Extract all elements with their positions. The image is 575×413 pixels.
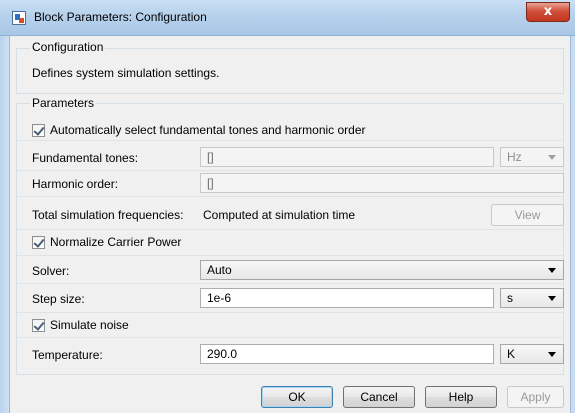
total-sim-freq-value: Computed at simulation time [203, 208, 356, 222]
auto-select-checkbox[interactable] [32, 124, 45, 137]
dialog-content: Configuration Defines system simulation … [10, 36, 570, 413]
parameters-group-title: Parameters [30, 96, 97, 110]
normalize-carrier-checkbox[interactable] [32, 236, 45, 249]
simulink-app-icon [12, 11, 26, 25]
window-frame-right [570, 36, 575, 413]
window-frame-left [0, 36, 10, 413]
row-divider [17, 337, 563, 338]
row-divider [17, 312, 563, 313]
chevron-down-icon [548, 268, 556, 273]
harmonic-order-input[interactable]: [] [200, 173, 564, 193]
chevron-down-icon [548, 155, 556, 160]
chevron-down-icon [548, 352, 556, 357]
configuration-description: Defines system simulation settings. [32, 66, 220, 80]
row-divider [17, 196, 563, 197]
simulate-noise-checkbox[interactable] [32, 319, 45, 332]
normalize-carrier-label[interactable]: Normalize Carrier Power [50, 235, 181, 249]
row-divider [17, 229, 563, 230]
solver-label: Solver: [32, 264, 70, 278]
fundamental-tones-input[interactable]: [] [200, 147, 494, 167]
fundamental-tones-label: Fundamental tones: [32, 151, 139, 165]
row-divider [17, 170, 563, 171]
row-divider [17, 255, 563, 256]
simulate-noise-label[interactable]: Simulate noise [50, 318, 129, 332]
total-sim-freq-label: Total simulation frequencies: [32, 208, 184, 222]
step-size-input[interactable]: 1e-6 [200, 288, 494, 308]
row-divider [17, 283, 563, 284]
temperature-input[interactable]: 290.0 [200, 344, 494, 364]
step-size-unit: s [507, 291, 513, 305]
close-icon: x [543, 4, 553, 19]
temperature-unit: K [507, 347, 516, 361]
row-divider [17, 140, 563, 141]
temperature-label: Temperature: [32, 348, 103, 362]
step-size-unit-select[interactable]: s [500, 288, 564, 308]
help-button[interactable]: Help [425, 386, 497, 408]
solver-value: Auto [207, 263, 232, 277]
close-button[interactable]: x [526, 2, 570, 22]
apply-button[interactable]: Apply [507, 386, 564, 408]
configuration-group-title: Configuration [30, 40, 106, 54]
chevron-down-icon [548, 296, 556, 301]
step-size-label: Step size: [32, 292, 85, 306]
fundamental-tones-unit-select[interactable]: Hz [500, 147, 564, 167]
auto-select-label[interactable]: Automatically select fundamental tones a… [50, 123, 366, 137]
temperature-unit-select[interactable]: K [500, 344, 564, 364]
view-button[interactable]: View [491, 204, 564, 226]
title-bar[interactable]: Block Parameters: Configuration x [0, 0, 575, 36]
ok-button[interactable]: OK [261, 386, 333, 408]
harmonic-order-label: Harmonic order: [32, 177, 119, 191]
window-title: Block Parameters: Configuration [34, 10, 207, 24]
fundamental-tones-unit: Hz [507, 150, 522, 164]
cancel-button[interactable]: Cancel [343, 386, 415, 408]
solver-select[interactable]: Auto [200, 260, 564, 280]
